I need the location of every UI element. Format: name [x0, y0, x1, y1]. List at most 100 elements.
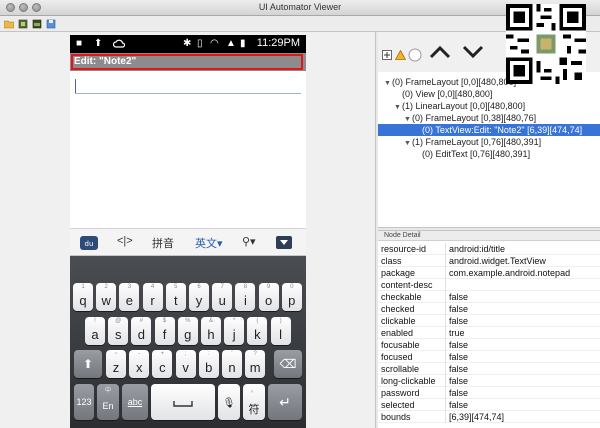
device-screen[interactable]: ■ ⬆ ✱ ▯ ◠ ▲ ▮ 11:29PM Edit: "Note2" du <…	[70, 35, 306, 428]
key-v[interactable]: ; v	[175, 350, 196, 378]
key-k[interactable]: (k	[247, 317, 268, 345]
expand-arrow-icon[interactable]: ▼	[404, 138, 412, 150]
key-hint: 0	[290, 284, 294, 290]
expand-all-icon[interactable]	[382, 50, 392, 60]
key-d[interactable]: # d	[131, 317, 152, 345]
cursor-move-icon[interactable]: <|>	[117, 235, 133, 247]
key-label: d	[137, 327, 145, 342]
column-divider	[445, 375, 446, 387]
space-key[interactable]	[151, 384, 215, 420]
key-m[interactable]: ? m	[245, 350, 266, 378]
tree-node-label: (1) LinearLayout [0,0][480,800]	[402, 101, 526, 111]
detail-row[interactable]: long-clickable false	[378, 375, 600, 387]
hide-keyboard-icon[interactable]	[276, 236, 292, 249]
key-w[interactable]: 2w	[96, 283, 117, 311]
detail-key: password	[381, 388, 420, 398]
key-label: h	[207, 327, 215, 342]
english-mode-button[interactable]: 英文▾	[195, 235, 223, 251]
key-f[interactable]: $ f	[154, 317, 175, 345]
key-b[interactable]: :b	[198, 350, 219, 378]
symbols-key[interactable]: 。 符	[243, 384, 265, 420]
tree-node[interactable]: ▼(0) FrameLayout [0,38][480,76]	[404, 112, 536, 124]
key-s[interactable]: @ s	[108, 317, 129, 345]
tree-node[interactable]: ▼(1) FrameLayout [0,76][480,391]	[404, 136, 541, 148]
detail-row[interactable]: content-desc	[378, 279, 600, 291]
tree-node[interactable]: ▼(1) LinearLayout [0,0][480,800]	[394, 100, 525, 112]
ime-logo-icon[interactable]: du	[80, 236, 98, 250]
key-u[interactable]: 7u	[212, 283, 233, 311]
detail-row[interactable]: package com.example.android.notepad	[378, 267, 600, 279]
key-n[interactable]: ' n	[222, 350, 242, 378]
key-hint: !	[94, 318, 96, 324]
key-label: w	[101, 293, 111, 308]
key-q[interactable]: 1q	[73, 283, 93, 311]
key-hint: +	[160, 351, 165, 357]
svg-text:du: du	[85, 240, 94, 248]
tree-node[interactable]: (0) TextView:Edit: "Note2" [6,39][474,74…	[378, 124, 600, 136]
numbers-key[interactable]: 123	[74, 384, 94, 420]
detail-row[interactable]: focused false	[378, 351, 600, 363]
detail-row[interactable]: password false	[378, 387, 600, 399]
detail-row[interactable]: resource-id android:id/title	[378, 243, 600, 255]
detail-row[interactable]: enabled true	[378, 327, 600, 339]
save-icon[interactable]	[46, 19, 56, 29]
previous-node-icon[interactable]	[429, 44, 451, 60]
key-g[interactable]: % g	[177, 317, 198, 345]
key-i[interactable]: 8i	[235, 283, 256, 311]
warning-icon[interactable]	[395, 50, 406, 60]
key-l[interactable]: ) l	[270, 317, 291, 345]
detail-row[interactable]: scrollable false	[378, 363, 600, 375]
key-label: n	[228, 360, 236, 375]
signal-icon: ▲	[226, 38, 236, 49]
detail-row[interactable]: focusable false	[378, 339, 600, 351]
detail-key: checked	[381, 304, 415, 314]
key-label: r	[150, 293, 155, 308]
key-j[interactable]: * j	[224, 317, 245, 345]
key-r[interactable]: 4r	[142, 283, 163, 311]
device-screenshot-icon[interactable]	[18, 19, 28, 29]
shift-key[interactable]: ⬆	[74, 350, 102, 378]
key-hint: 8	[243, 284, 248, 290]
expand-arrow-icon[interactable]: ▼	[394, 102, 402, 114]
detail-key: long-clickable	[381, 376, 436, 386]
tree-node[interactable]: (0) EditText [0,76][480,391]	[414, 148, 530, 160]
language-switch-key[interactable]: 中 En	[97, 384, 119, 420]
voice-input-key[interactable]: 🎙	[218, 384, 240, 420]
tree-node[interactable]: (0) View [0,0][480,800]	[394, 88, 492, 100]
column-divider	[445, 351, 446, 363]
backspace-key[interactable]: ⌫	[274, 350, 302, 378]
detail-row[interactable]: bounds [6,39][474,74]	[378, 411, 600, 423]
detail-value: android:id/title	[449, 244, 506, 254]
open-folder-icon[interactable]	[4, 19, 14, 29]
key-c[interactable]: + c	[152, 350, 173, 378]
abc-key[interactable]: abc	[122, 384, 148, 420]
next-node-icon[interactable]	[462, 44, 484, 60]
key-label: k	[254, 327, 261, 342]
detail-row[interactable]: selected false	[378, 399, 600, 411]
enter-arrow-icon: ↵	[279, 394, 291, 410]
detail-row[interactable]: checkable false	[378, 291, 600, 303]
key-y[interactable]: 6y	[189, 283, 209, 311]
key-e[interactable]: 3e	[119, 283, 140, 311]
key-h[interactable]: & h	[201, 317, 221, 345]
enter-key[interactable]: ↵	[268, 384, 302, 420]
key-z[interactable]: ~ z	[106, 350, 126, 378]
detail-row[interactable]: clickable false	[378, 315, 600, 327]
key-o[interactable]: 9o	[258, 283, 279, 311]
key-x[interactable]: -x	[129, 350, 150, 378]
toggle-nav-icon[interactable]	[408, 48, 422, 62]
key-p[interactable]: 0p	[281, 283, 302, 311]
detail-key: bounds	[381, 412, 411, 422]
detail-row[interactable]: checked false	[378, 303, 600, 315]
key-t[interactable]: 5t	[165, 283, 186, 311]
expand-arrow-icon[interactable]: ▼	[384, 78, 392, 90]
detail-row[interactable]: class android.widget.TextView	[378, 255, 600, 267]
tree-node-label: (0) EditText [0,76][480,391]	[422, 149, 531, 159]
pinyin-mode-button[interactable]: 拼音	[152, 235, 174, 251]
search-icon[interactable]: ⚲▾	[242, 235, 256, 248]
tree-node[interactable]: ▼(0) FrameLayout [0,0][480,800]	[384, 76, 516, 88]
key-a[interactable]: ! a	[85, 317, 105, 345]
compressed-screenshot-icon[interactable]	[32, 19, 42, 29]
note-edit-field[interactable]	[75, 93, 301, 94]
key-hint: '	[231, 351, 233, 357]
